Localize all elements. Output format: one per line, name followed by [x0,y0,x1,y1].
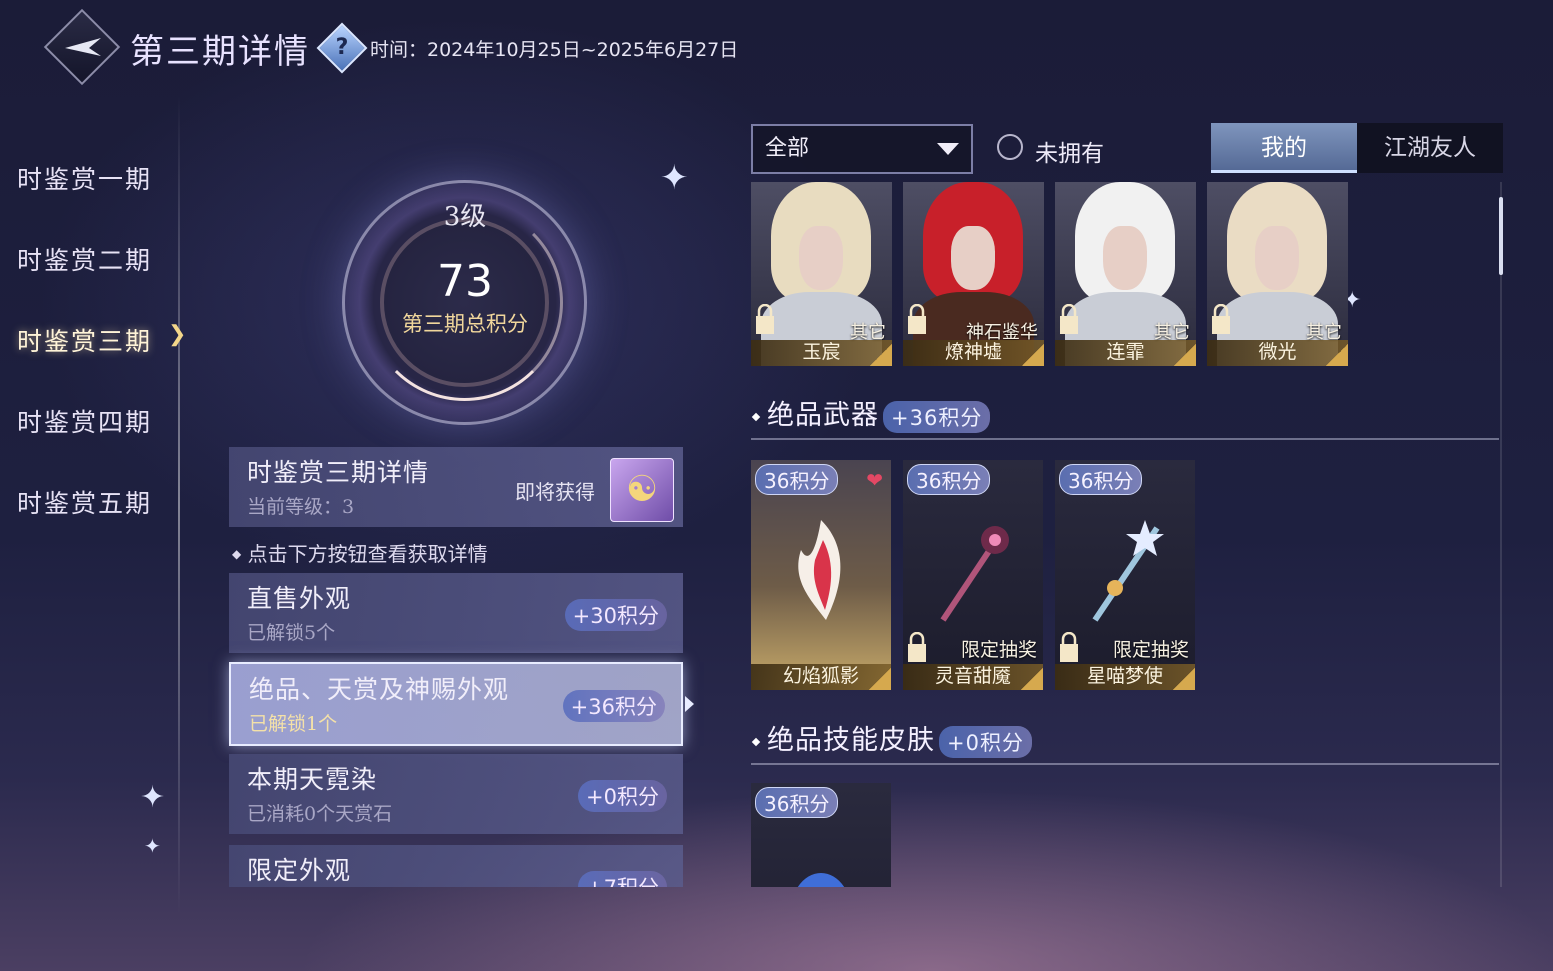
star-staff-icon [1092,520,1164,622]
scrollbar-track[interactable] [1500,182,1502,887]
corner-ornament [1022,344,1044,366]
tab-mine[interactable]: 我的 [1211,123,1357,173]
character-card[interactable]: 神石鉴华 燎神墟 [903,182,1044,366]
section-weapons-points: +36积分 [883,400,991,433]
sparkle-icon: ✦ [144,834,161,858]
category-premium-appearance[interactable]: 绝品、天赏及神赐外观 已解锁1个 +36积分 [229,662,683,746]
active-indicator-icon: ❯ [168,322,187,347]
section-divider [751,438,1499,440]
character-face [1103,226,1147,290]
upcoming-reward-item[interactable]: ☯ [610,458,674,522]
nav-item-period-4[interactable]: 时鉴赏四期 [17,403,152,439]
pink-staff-icon [940,526,1009,622]
section-skills-points: +0积分 [939,725,1032,758]
corner-ornament [1021,668,1043,690]
section-divider [751,763,1499,765]
character-card[interactable]: 其它 玉宸 [751,182,892,366]
nav-item-period-2[interactable]: 时鉴赏二期 [17,241,152,277]
item-category: 限定抽奖 [960,639,1037,661]
filter-dropdown[interactable]: 全部 [751,124,973,174]
category-direct-sale[interactable]: 直售外观 已解锁5个 +30积分 [229,573,683,653]
points-badge: 36积分 [1059,464,1143,495]
category-points: +7积分 [578,871,667,887]
corner-ornament [869,668,891,690]
level-text: 3级 [443,202,487,232]
corner-ornament [1326,344,1348,366]
hint-text: ◆ 点击下方按钮查看获取详情 [232,542,488,566]
category-points: +0积分 [578,780,667,812]
sparkle-icon: ✦ [660,158,689,198]
back-arrow-icon [65,38,101,56]
page-title: 第三期详情 [130,32,310,72]
character-face [951,226,995,290]
corner-ornament [1173,668,1195,690]
points-badge: 36积分 [755,464,839,495]
tab-friends[interactable]: 江湖友人 [1357,123,1503,173]
character-face [799,226,843,290]
lock-icon [908,304,926,334]
lock-icon [1060,304,1078,334]
heart-icon: ❤ [866,468,883,492]
lock-icon [908,632,926,662]
yin-yang-icon: ☯ [625,469,659,510]
skill-item-1[interactable]: 36积分 [751,783,891,887]
total-score-label: 第三期总积分 [402,312,528,336]
nav-divider [178,95,180,915]
character-face [1255,226,1299,290]
weapon-item-2[interactable]: 36积分 限定抽奖 灵音甜魇 [903,460,1043,690]
period-detail-title: 时鉴赏三期详情 [247,458,430,487]
current-level: 当前等级：3 [247,496,355,518]
weapon-item-1[interactable]: 36积分 ❤ 幻焰狐影 [751,460,891,690]
nav-item-period-1[interactable]: 时鉴赏一期 [17,160,152,196]
lock-icon [756,304,774,334]
upcoming-reward-label: 即将获得 [515,480,595,504]
category-points: +30积分 [564,599,667,631]
dropdown-arrow-icon [937,143,959,155]
item-category: 限定抽奖 [1112,639,1189,661]
lock-icon [1212,304,1230,334]
category-points: +36积分 [562,690,665,722]
sparkle-icon: ✦ [140,780,166,815]
character-card[interactable]: 其它 微光 [1207,182,1348,366]
points-badge: 36积分 [907,464,991,495]
category-dye[interactable]: 本期天霓染 已消耗0个天赏石 +0积分 [229,754,683,834]
nav-item-period-5[interactable]: 时鉴赏五期 [17,484,152,520]
nav-item-period-3[interactable]: 时鉴赏三期 [17,322,152,358]
selected-arrow-icon [685,696,694,712]
filter-dropdown-value: 全部 [765,136,810,161]
corner-ornament [870,344,892,366]
blue-flame-icon [797,873,845,887]
flame-fox-icon [798,520,841,620]
scrollbar-thumb[interactable] [1499,197,1503,275]
skill-clip: 36积分 [751,783,891,887]
category-limited[interactable]: 限定外观 +7积分 [229,845,683,887]
total-score: 73 [437,256,493,307]
not-owned-radio[interactable] [997,134,1023,160]
section-skills-title: 绝品技能皮肤 +0积分 [751,718,1032,758]
category-clip: 限定外观 +7积分 [229,845,683,887]
corner-ornament [1174,344,1196,366]
weapon-item-3[interactable]: 36积分 限定抽奖 星喵梦使 [1055,460,1195,690]
points-badge: 36积分 [755,787,839,818]
section-weapons-title: 绝品武器 +36积分 [751,393,991,433]
character-card[interactable]: 其它 连霏 [1055,182,1196,366]
not-owned-label[interactable]: 未拥有 [1035,134,1104,168]
lock-icon [1060,632,1078,662]
